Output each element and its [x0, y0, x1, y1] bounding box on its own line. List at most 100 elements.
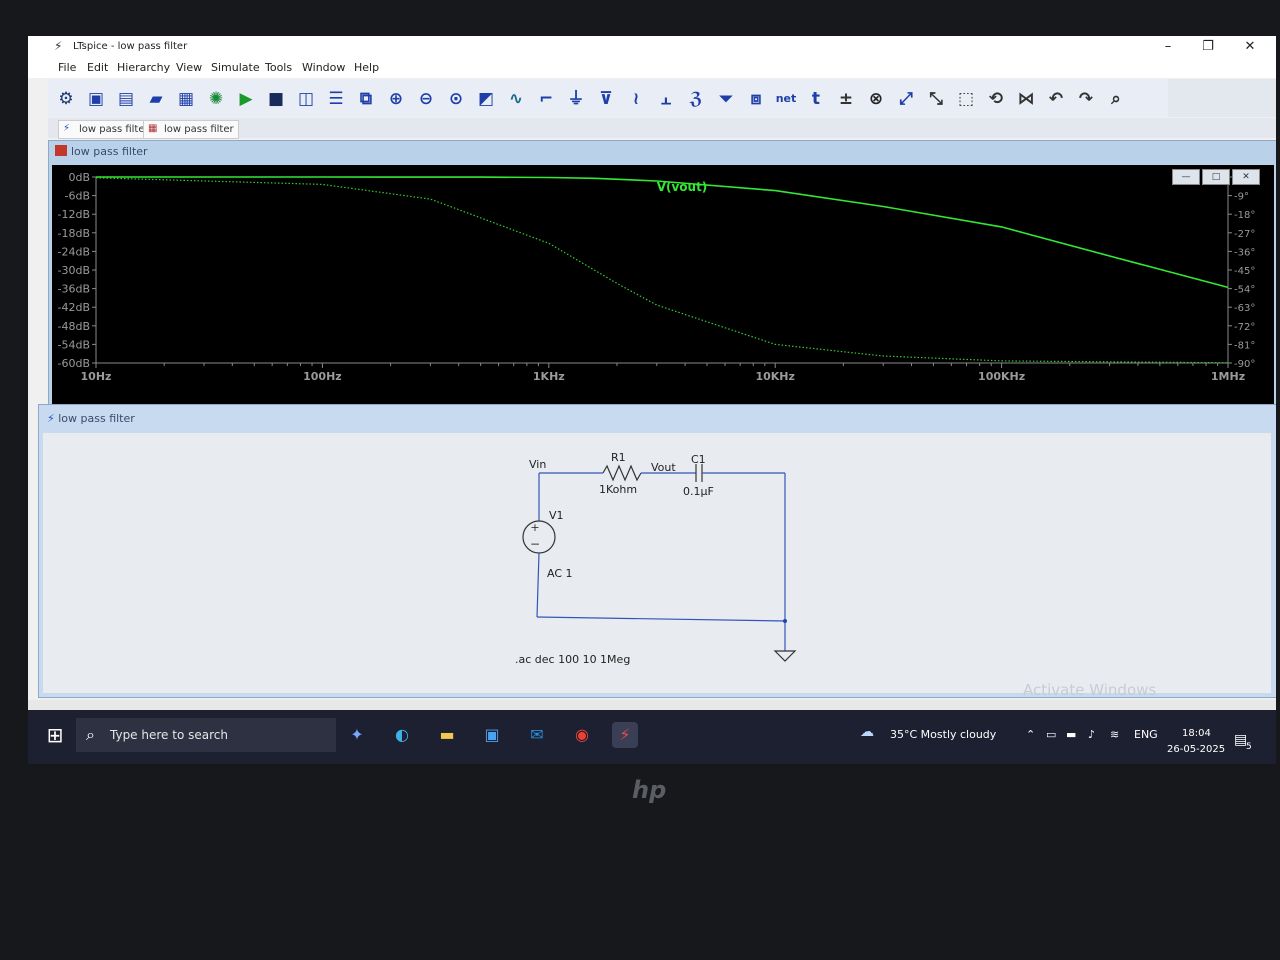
text-icon[interactable]: t [804, 87, 828, 111]
spice-directive[interactable]: .ac dec 100 10 1Meg [515, 653, 630, 666]
y2-tick-label: -72° [1234, 322, 1255, 333]
mirror-icon[interactable]: ⋈ [1014, 87, 1038, 111]
netlist-icon[interactable]: net [774, 87, 798, 111]
save-icon[interactable]: ▰ [144, 87, 168, 111]
store-icon[interactable]: ▣ [479, 722, 505, 748]
wire-icon[interactable]: ⌐ [534, 87, 558, 111]
tab-schematic[interactable]: ⚡ low pass filter [58, 120, 154, 139]
menu-simulate[interactable]: Simulate [211, 61, 260, 74]
series-vout-phase[interactable] [95, 177, 1229, 364]
zoom-out-icon[interactable]: ⊖ [414, 87, 438, 111]
copilot-icon[interactable]: ✦ [344, 722, 370, 748]
menu-tools[interactable]: Tools [265, 61, 292, 74]
clock-time[interactable]: 18:04 [1182, 728, 1211, 739]
tab-label: low pass filter [79, 124, 149, 135]
title-bar: ⚡ LTspice - low pass filter – ❐ ✕ [28, 36, 1276, 58]
restore-button[interactable]: ❐ [1188, 36, 1228, 58]
ground-icon[interactable]: ⏚ [564, 87, 588, 111]
wire-bottom[interactable] [536, 616, 786, 622]
menu-file[interactable]: File [58, 61, 76, 74]
language-indicator[interactable]: ENG [1134, 728, 1158, 741]
tile-vertical-icon[interactable]: ◫ [294, 87, 318, 111]
minimize-button[interactable]: – [1148, 36, 1188, 58]
volume-icon[interactable]: ♪ [1088, 728, 1095, 741]
run-icon[interactable]: ▶ [234, 87, 258, 111]
inductor-icon[interactable]: ℨ [684, 87, 708, 111]
hp-logo: hp [632, 776, 667, 804]
network-device-icon[interactable]: ▭ [1046, 728, 1056, 741]
cascade-icon[interactable]: ⧉ [354, 87, 378, 111]
circuit-diagram: + − Vin R1 1Kohm Vout C1 0.1μF V1 AC 1 .… [515, 451, 797, 666]
windows-start-icon[interactable]: ⊞ [38, 718, 72, 752]
show-hidden-icons-icon[interactable]: ⌃ [1026, 728, 1035, 741]
x-tick-label: 1KHz [533, 370, 565, 383]
new-schematic-icon[interactable]: ▣ [84, 87, 108, 111]
rotate-icon[interactable]: ⟲ [984, 87, 1008, 111]
plot-maximize-button[interactable]: □ [1202, 169, 1230, 185]
component-icon[interactable]: ⧈ [744, 87, 768, 111]
junction-dot [783, 619, 787, 623]
toolbar-spacer [1168, 79, 1276, 117]
zoom-fit-icon[interactable]: ⊙ [444, 87, 468, 111]
schematic-canvas[interactable]: + − Vin R1 1Kohm Vout C1 0.1μF V1 AC 1 .… [43, 433, 1271, 699]
settings-icon[interactable]: ⚙ [54, 87, 78, 111]
wifi-icon[interactable]: ≋ [1110, 728, 1119, 741]
trace-label-vout[interactable]: V(vout) [657, 180, 708, 194]
capacitor-icon[interactable]: ⫠ [654, 87, 678, 111]
y-tick-label: -60dB [58, 357, 91, 370]
control-panel-icon[interactable]: ✺ [204, 87, 228, 111]
wire-v1-bottom[interactable] [536, 552, 540, 618]
redo-icon[interactable]: ↷ [1074, 87, 1098, 111]
drag-icon[interactable]: ⬚ [954, 87, 978, 111]
outlook-icon[interactable]: ✉ [524, 722, 550, 748]
move-icon[interactable]: ⤡ [924, 87, 948, 111]
chrome-icon[interactable]: ◉ [569, 722, 595, 748]
menu-window[interactable]: Window [302, 61, 345, 74]
open-icon[interactable]: ▤ [114, 87, 138, 111]
y-tick-label: -42dB [58, 301, 91, 314]
ground-symbol[interactable] [773, 650, 797, 662]
diode-icon[interactable]: ⏷ [714, 87, 738, 111]
tab-waveform[interactable]: ▦ low pass filter [143, 120, 239, 139]
plot-close-button[interactable]: ✕ [1232, 169, 1260, 185]
schematic-title-text: low pass filter [58, 412, 135, 425]
resistor-r1[interactable] [602, 464, 642, 482]
ltspice-taskbar-icon[interactable]: ⚡ [612, 722, 638, 748]
y2-tick-label: -36° [1234, 247, 1255, 258]
weather-icon[interactable]: ☁ [860, 724, 874, 740]
menu-view[interactable]: View [176, 61, 202, 74]
label-r1: R1 [611, 451, 626, 464]
plot-pane[interactable]: 0dB -6dB -12dB -18dB -24dB -30dB -36dB -42dB -48… [52, 165, 1274, 415]
spice-directive-icon[interactable]: ± [834, 87, 858, 111]
menu-edit[interactable]: Edit [87, 61, 108, 74]
waveform-window-icon [55, 145, 67, 156]
v1-plus-sign: + [530, 521, 539, 534]
label-net-icon[interactable]: ⊽ [594, 87, 618, 111]
stop-icon[interactable]: ■ [264, 87, 288, 111]
edge-icon[interactable]: ◐ [389, 722, 415, 748]
tile-horizontal-icon[interactable]: ☰ [324, 87, 348, 111]
weather-text[interactable]: 35°C Mostly cloudy [890, 728, 996, 741]
battery-icon[interactable]: ▬ [1066, 728, 1076, 741]
resistor-icon[interactable]: ≀ [624, 87, 648, 111]
waveform-icon[interactable]: ∿ [504, 87, 528, 111]
close-button[interactable]: ✕ [1230, 36, 1270, 58]
x-tick-label: 10Hz [81, 370, 112, 383]
y2-tick-label: -90° [1234, 359, 1255, 370]
y2-tick-label: -27° [1234, 229, 1255, 240]
delete-icon[interactable]: ⊗ [864, 87, 888, 111]
autorange-icon[interactable]: ◩ [474, 87, 498, 111]
menu-help[interactable]: Help [354, 61, 379, 74]
duplicate-icon[interactable]: ⤢ [894, 87, 918, 111]
file-explorer-icon[interactable]: ▬ [434, 722, 460, 748]
print-icon[interactable]: ▦ [174, 87, 198, 111]
taskbar-search[interactable]: ⌕ Type here to search [76, 718, 336, 752]
schematic-icon: ⚡ [63, 123, 71, 134]
zoom-in-icon[interactable]: ⊕ [384, 87, 408, 111]
plot-minimize-button[interactable]: — [1172, 169, 1200, 185]
find-icon[interactable]: ⌕ [1104, 87, 1128, 111]
menu-hierarchy[interactable]: Hierarchy [117, 61, 170, 74]
clock-date[interactable]: 26-05-2025 [1167, 744, 1225, 755]
search-placeholder: Type here to search [110, 728, 228, 742]
undo-icon[interactable]: ↶ [1044, 87, 1068, 111]
